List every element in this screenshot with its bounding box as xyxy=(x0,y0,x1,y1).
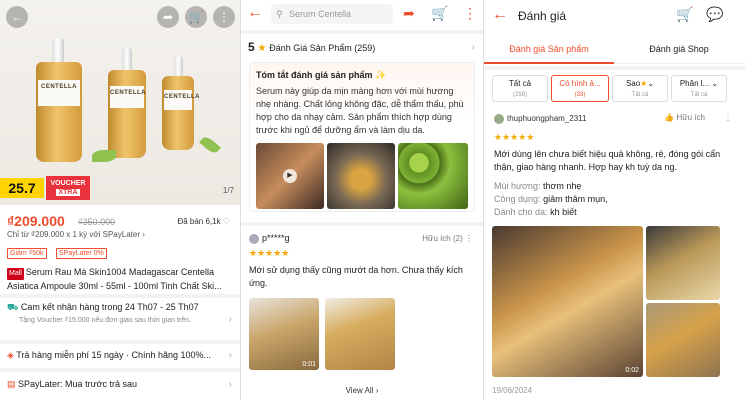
spaylater-tag: SPayLater 0% xyxy=(56,248,107,259)
back-arrow-icon[interactable]: ← xyxy=(247,4,263,22)
bottle-label: CENTELLA xyxy=(38,80,80,106)
return-policy[interactable]: ◈ Trả hàng miễn phí 15 ngày · Chính hãng… xyxy=(7,350,211,361)
reviewer: thuphuongpham_2311 xyxy=(494,114,586,124)
leaf-decoration xyxy=(92,150,116,162)
leaf-decoration xyxy=(199,134,221,156)
divider xyxy=(0,340,240,344)
review-photo-thumb[interactable] xyxy=(646,226,720,300)
reviews-list-panel: ← Đánh giá 🛒 💬 Đánh giá Sản phẩm Đánh gi… xyxy=(484,0,745,400)
bottle-large xyxy=(36,62,82,162)
helpful-button[interactable]: 👍 Hữu ích xyxy=(664,113,705,122)
cart-icon[interactable]: 🛒 xyxy=(185,6,207,28)
star-icon: ★ xyxy=(257,43,267,54)
video-duration: 0:01 xyxy=(302,361,316,368)
back-arrow-icon[interactable]: ← xyxy=(492,6,508,24)
review-photo-thumb[interactable] xyxy=(398,143,468,209)
tab-shop-reviews[interactable]: Đánh giá Shop xyxy=(614,44,744,54)
filter-category[interactable]: Phân l... ⌄ Tất cả xyxy=(671,75,727,102)
search-icon: ⚲ xyxy=(276,9,283,19)
bottle-dropper xyxy=(174,56,183,78)
product-price: ₫209.000 xyxy=(7,213,65,229)
bottle-label: CENTELLA xyxy=(164,90,200,110)
review-date: 19/06/2024 xyxy=(492,386,533,395)
cart-icon[interactable]: 🛒 xyxy=(431,5,448,22)
divider xyxy=(0,294,240,298)
bottle-medium xyxy=(108,70,146,158)
product-title: Mall Serum Rau Má Skin1004 Madagascar Cen… xyxy=(7,267,222,291)
review-text: Mới sử dụng thấy cũng mướt da hơn. Chưa … xyxy=(249,265,463,288)
review-attribute-use: Công dụng: giảm thâm mụn, xyxy=(494,194,608,204)
divider xyxy=(241,30,483,34)
share-icon[interactable]: ➦ xyxy=(157,6,179,28)
image-counter: 1/7 xyxy=(222,186,234,195)
tab-product-reviews[interactable]: Đánh giá Sản phẩm xyxy=(484,44,614,54)
review-stars: ★★★★★ xyxy=(249,248,290,258)
divider xyxy=(484,66,745,70)
discount-tag: Giảm ₫50k xyxy=(7,248,47,259)
filter-with-media[interactable]: Có hình ả... (33) xyxy=(551,75,609,102)
summary-title: Tóm tắt đánh giá sản phẩm ✨ xyxy=(256,70,387,80)
sale-date-badge: 25.7 xyxy=(0,178,44,198)
chevron-right-icon: › xyxy=(228,314,232,325)
spaylater-row[interactable]: ▤ SPayLater: Mua trước trả sau xyxy=(7,379,137,390)
review-tabs: Đánh giá Sản phẩm Đánh giá Shop xyxy=(484,40,745,64)
video-duration: 0:02 xyxy=(625,367,639,374)
cart-icon[interactable]: 🛒 xyxy=(676,6,693,23)
bottle-small xyxy=(162,76,194,150)
chevron-right-icon: › xyxy=(228,379,232,390)
reviewer: p*****g xyxy=(249,233,290,244)
review-video-thumb[interactable]: ▶ xyxy=(256,143,324,209)
delivery-promise[interactable]: ⛟ Cam kết nhận hàng trong 24 Th07 - 25 T… xyxy=(7,302,222,325)
filter-all[interactable]: Tất cả (259) xyxy=(492,75,548,102)
more-icon[interactable]: ⋮ xyxy=(213,6,235,28)
original-price: ₫350.000 xyxy=(78,217,116,227)
active-tab-indicator xyxy=(484,62,614,64)
chevron-right-icon: › xyxy=(228,350,232,361)
divider xyxy=(0,368,240,372)
more-icon[interactable]: ⋮ xyxy=(463,5,477,22)
review-photo-thumb[interactable] xyxy=(646,303,720,377)
chevron-right-icon: › xyxy=(471,42,475,53)
filter-stars[interactable]: Sao★⌄ Tất cả xyxy=(612,75,668,102)
chat-icon[interactable]: 💬 xyxy=(706,6,723,23)
review-video-thumb[interactable]: 0:02 xyxy=(492,226,643,377)
search-input[interactable]: ⚲ Serum Centella xyxy=(271,4,393,24)
avatar xyxy=(494,114,504,124)
sold-count: Đã bán 6,1k ♡ xyxy=(177,217,230,226)
review-attribute-skin: Dành cho da: kh biết xyxy=(494,207,577,217)
star-icon: ★ xyxy=(640,79,648,88)
product-detail-panel: CENTELLA CENTELLA CENTELLA ← ➦ 🛒 ⋮ 25.7 … xyxy=(0,0,240,400)
summary-text: Serum này giúp da mịn màng hơn với mùi h… xyxy=(256,86,464,135)
heart-icon: ♡ xyxy=(222,217,230,226)
back-arrow-icon[interactable]: ← xyxy=(6,6,28,28)
wallet-icon: ▤ xyxy=(7,379,16,389)
truck-icon: ⛟ xyxy=(7,302,19,312)
avatar xyxy=(249,233,259,244)
review-video-thumb[interactable]: 0:01 xyxy=(249,298,319,370)
rating-header[interactable]: 5 ★ Đánh Giá Sản Phẩm (259) xyxy=(248,40,375,54)
sparkle-icon: ✨ xyxy=(375,70,387,80)
installment-info[interactable]: Chỉ từ ₫209.000 x 1 kỳ với SPayLater › xyxy=(7,230,145,239)
review-text: Mới dùng lên chưa biết hiệu quả không, r… xyxy=(494,149,721,172)
play-icon: ▶ xyxy=(283,169,297,183)
review-photo-thumb[interactable] xyxy=(325,298,395,370)
share-icon[interactable]: ➦ xyxy=(403,5,415,22)
bottle-label: CENTELLA xyxy=(110,86,146,108)
page-title: Đánh giá xyxy=(518,9,567,23)
review-stars: ★★★★★ xyxy=(494,132,535,142)
thumbs-up-icon: 👍 xyxy=(664,113,675,122)
view-all-button[interactable]: View All › xyxy=(241,386,483,395)
review-summary-card: Tóm tắt đánh giá sản phẩm ✨ Serum này gi… xyxy=(249,62,475,212)
helpful-button[interactable]: Hữu ích (2) ⋮ xyxy=(422,234,473,243)
product-image-carousel[interactable]: CENTELLA CENTELLA CENTELLA ← ➦ 🛒 ⋮ 25.7 … xyxy=(0,0,240,205)
reviews-summary-panel: ← ⚲ Serum Centella ➦ 🛒 ⋮ 5 ★ Đánh Giá Sản… xyxy=(241,0,483,400)
more-icon[interactable]: ⋮ xyxy=(723,112,733,123)
review-photo-thumb[interactable] xyxy=(327,143,395,209)
bottle-dropper xyxy=(122,48,132,72)
divider xyxy=(241,222,483,226)
mall-badge: Mall xyxy=(7,268,24,280)
voucher-xtra-badge: VOUCHER XTRA xyxy=(46,176,90,200)
review-attribute-scent: Mùi hương: thơm nhẹ xyxy=(494,181,582,191)
shield-icon: ◈ xyxy=(7,350,14,360)
